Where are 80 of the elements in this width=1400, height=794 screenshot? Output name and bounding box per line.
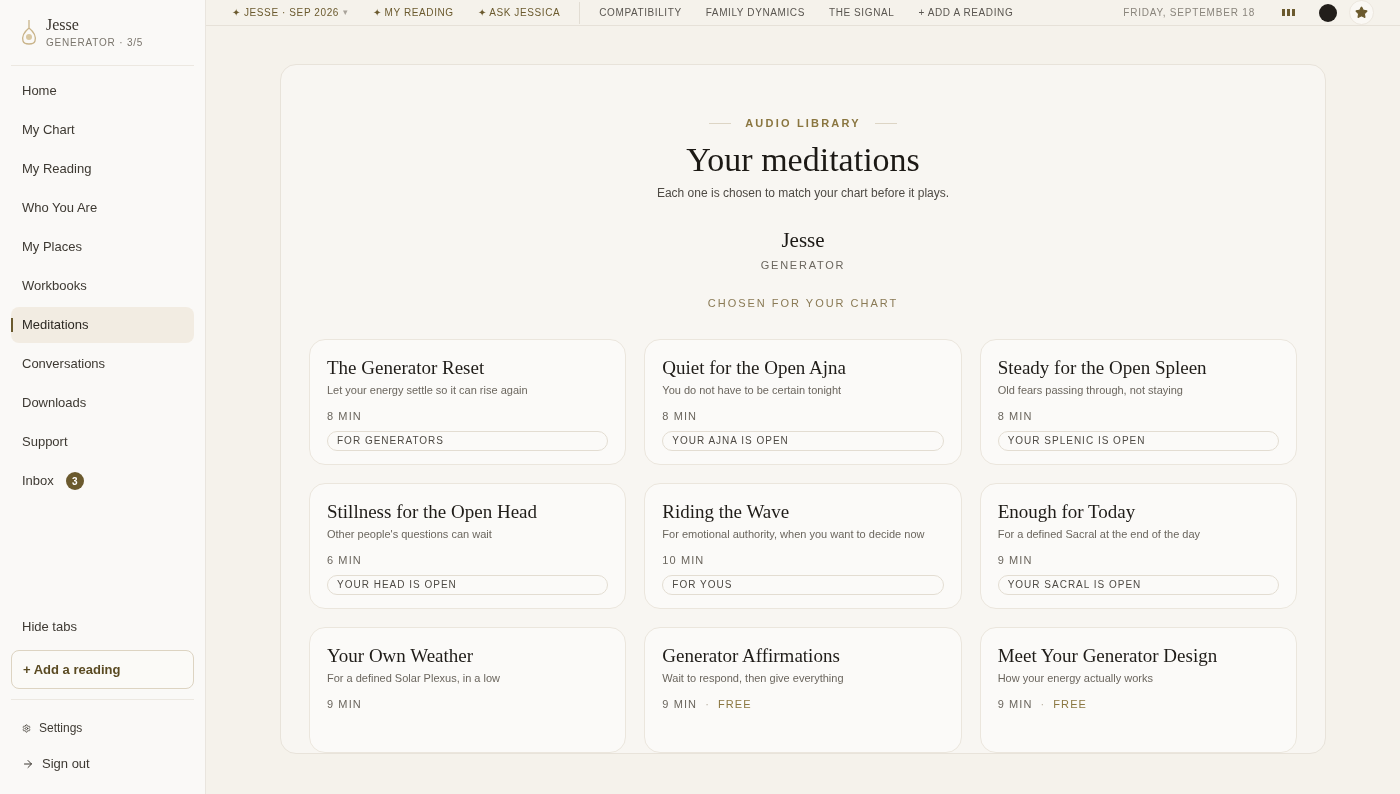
active-indicator: [11, 318, 13, 332]
separator-dot: ·: [1040, 697, 1046, 712]
card-title: The Generator Reset: [327, 355, 486, 380]
arrow-right-icon: [22, 758, 34, 770]
theme-toggle[interactable]: [1319, 3, 1337, 22]
meditation-card[interactable]: Meet Your Generator Design How your energy actually works 9 MIN · FREE: [979, 626, 1297, 753]
nav-link[interactable]: FAMILY DYNAMICS: [705, 5, 805, 20]
card-subtitle: Other people's questions can wait: [327, 526, 493, 542]
add-reading-button[interactable]: + Add a reading: [11, 650, 194, 689]
price-label: FREE: [717, 697, 752, 712]
hide-tabs-link[interactable]: Hide tabs: [11, 616, 194, 636]
card-title: Meet Your Generator Design: [997, 643, 1219, 668]
current-date: FRIDAY, SEPTEMBER 18: [1123, 6, 1255, 20]
price-label: FREE: [1053, 697, 1087, 712]
card-title: Riding the Wave: [662, 499, 791, 524]
card-subtitle: For a defined Solar Plexus, in a low: [327, 670, 502, 686]
page-subtitle: Each one is chosen to match your chart before it plays.: [655, 184, 951, 202]
card-title: Steady for the Open Spleen: [997, 355, 1208, 380]
card-subtitle: For a defined Sacral at the end of the day: [997, 526, 1202, 542]
sidebar-item[interactable]: Home: [11, 73, 194, 109]
bars-icon[interactable]: [1282, 9, 1295, 16]
nav-link[interactable]: + ADD A READING: [918, 5, 1014, 20]
settings-icon: [22, 723, 31, 733]
duration: 9 MIN: [662, 697, 698, 712]
card-title: Generator Affirmations: [662, 643, 841, 668]
card-subtitle: Old fears passing through, not staying: [997, 382, 1184, 398]
card-subtitle: Wait to respond, then give everything: [662, 670, 845, 686]
duration: 9 MIN: [997, 553, 1033, 568]
card-subtitle: You do not have to be certain tonight: [662, 382, 843, 398]
card-subtitle: Let your energy settle so it can rise again: [327, 382, 529, 398]
card-subtitle: For emotional authority, when you want to decide now: [662, 526, 926, 542]
meditation-card[interactable]: Stillness for the Open Head Other people's questions can wait 6 MIN YOUR HEAD IS OPEN: [309, 482, 627, 609]
meditation-card[interactable]: Steady for the Open Spleen Old fears passing through, not staying 8 MIN YOUR SPLENIC IS OPEN: [979, 338, 1297, 465]
sign-out-link[interactable]: Sign out: [11, 744, 194, 784]
sidebar-item[interactable]: Meditations: [11, 307, 194, 343]
sidebar-item[interactable]: Support: [11, 424, 194, 460]
meditation-card[interactable]: Riding the Wave For emotional authority, when you want to decide now 10 MIN FOR YOUS: [644, 482, 962, 609]
card-title: Quiet for the Open Ajna: [662, 355, 847, 380]
lotus-logo-icon: [20, 17, 38, 48]
duration: 9 MIN: [327, 697, 362, 712]
meditation-card[interactable]: The Generator Reset Let your energy settle so it can rise again 8 MIN FOR GENERATORS: [309, 338, 627, 465]
nav-link[interactable]: ✦ MY READING: [372, 5, 454, 20]
star-icon: [1355, 6, 1368, 19]
profile-name: Jesse: [46, 15, 80, 35]
duration: 8 MIN: [327, 409, 362, 424]
duration: 8 MIN: [997, 409, 1033, 424]
nav-link[interactable]: COMPATIBILITY: [599, 5, 682, 20]
sidebar-item[interactable]: Downloads: [11, 385, 194, 421]
nav-link[interactable]: THE SIGNAL: [828, 5, 895, 20]
duration: 10 MIN: [662, 553, 705, 568]
sidebar-item[interactable]: Who You Are: [11, 190, 194, 226]
eyebrow-label: AUDIO LIBRARY: [745, 116, 861, 131]
profile-meta: GENERATOR · 3/5: [46, 36, 144, 50]
card-title: Stillness for the Open Head: [327, 499, 538, 524]
card-title: Enough for Today: [997, 499, 1137, 524]
meditation-card[interactable]: Enough for Today For a defined Sacral at the end of the day 9 MIN YOUR SACRAL IS OPEN: [979, 482, 1297, 609]
duration: 8 MIN: [662, 409, 698, 424]
meditation-card[interactable]: Generator Affirmations Wait to respond, then give everything 9 MIN · FREE: [644, 626, 962, 753]
card-subtitle: How your energy actually works: [997, 670, 1154, 686]
separator-dot: ·: [705, 697, 710, 712]
sidebar-item[interactable]: Conversations: [11, 346, 194, 382]
sidebar-item[interactable]: Inbox 3: [11, 463, 194, 499]
sidebar-item[interactable]: Workbooks: [11, 268, 194, 304]
sidebar-item[interactable]: My Places: [11, 229, 194, 265]
sidebar-item[interactable]: My Chart: [11, 112, 194, 148]
card-title: Your Own Weather: [327, 643, 475, 668]
favorites-button[interactable]: [1349, 0, 1374, 25]
settings-link[interactable]: Settings: [11, 712, 194, 744]
nav-link[interactable]: ✦ ASK JESSICA: [477, 5, 561, 20]
duration: 9 MIN: [997, 697, 1033, 712]
sidebar-item[interactable]: My Reading: [11, 151, 194, 187]
person-type: GENERATOR: [759, 257, 847, 273]
meditation-card[interactable]: Your Own Weather For a defined Solar Plexus, in a low 9 MIN: [309, 626, 627, 753]
page-title: Your meditations: [685, 139, 921, 180]
duration: 6 MIN: [327, 553, 362, 568]
count-badge: 3: [65, 472, 84, 490]
nav-link[interactable]: ✦ JESSE · SEP 2026 ▾: [232, 5, 349, 20]
section-label: CHOSEN FOR YOUR CHART: [706, 296, 900, 311]
meditation-card[interactable]: Quiet for the Open Ajna You do not have to be certain tonight 8 MIN YOUR AJNA IS OPEN: [644, 338, 962, 465]
person-name: Jesse: [780, 227, 826, 252]
